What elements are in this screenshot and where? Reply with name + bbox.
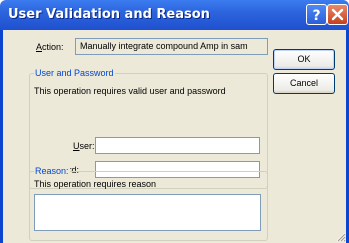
reason-note: This operation requires reason (34, 179, 157, 189)
user-label: User: (73, 141, 95, 151)
svg-text:?: ? (312, 8, 320, 24)
title-bar[interactable]: User Validation and Reason ? (0, 0, 349, 30)
credentials-note: This operation requires valid user and p… (34, 86, 226, 96)
cancel-button[interactable]: Cancel (273, 73, 335, 94)
help-icon: ? (312, 8, 320, 24)
reason-group: Reason: This operation requires reason (29, 166, 268, 241)
dialog-body: Action: Manually integrate compound Amp … (3, 30, 346, 243)
reason-textarea[interactable] (34, 194, 261, 231)
dialog-window: User Validation and Reason ? Action: Man… (0, 0, 349, 243)
close-button[interactable] (327, 4, 348, 25)
action-field: Manually integrate compound Amp in sam (75, 38, 268, 55)
action-label: Action: (36, 42, 64, 52)
help-button[interactable]: ? (306, 4, 327, 25)
ok-button[interactable]: OK (273, 49, 335, 70)
window-title: User Validation and Reason (8, 7, 210, 22)
resize-grip-icon[interactable] (334, 230, 346, 242)
user-input[interactable] (95, 137, 260, 154)
close-icon (331, 8, 344, 21)
user-label-rest: ser: (79, 141, 95, 151)
credentials-group-title: User and Password (34, 68, 115, 78)
reason-group-title: Reason: (34, 166, 70, 176)
